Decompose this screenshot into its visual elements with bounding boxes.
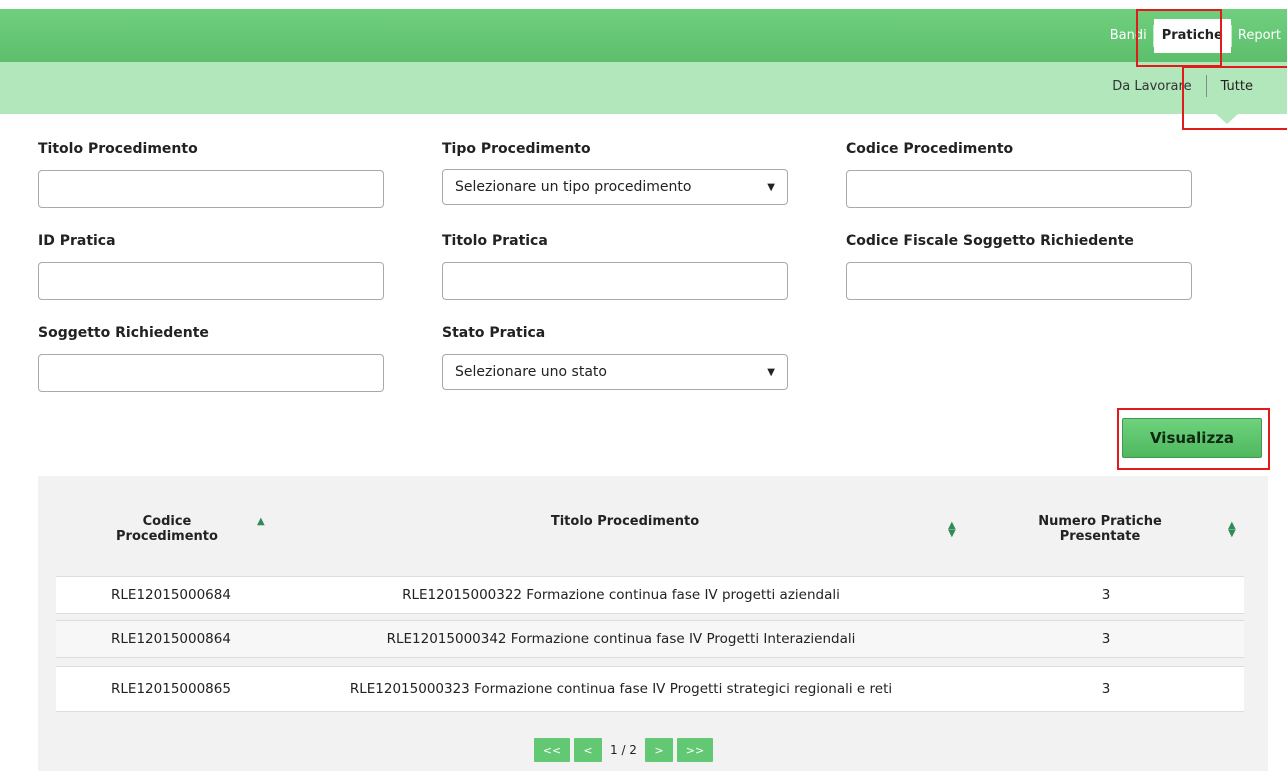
top-navigation-bar: Bandi Pratiche Report (0, 9, 1287, 62)
titolo-pratica-input[interactable] (442, 262, 788, 300)
pagination: << < 1 / 2 > >> (534, 738, 713, 762)
prev-page-button[interactable]: < (574, 738, 602, 762)
next-page-button[interactable]: > (644, 738, 673, 762)
sort-both-icon[interactable]: ▲ ▼ (1228, 521, 1236, 539)
visualizza-button[interactable]: Visualizza (1122, 418, 1262, 458)
tipo-procedimento-select[interactable]: Selezionare un tipo procedimento ▼ (442, 169, 788, 205)
titolo-procedimento-label: Titolo Procedimento (38, 141, 198, 157)
cell-codice: RLE12015000865 (111, 680, 231, 697)
id-pratica-label: ID Pratica (38, 233, 116, 249)
sort-both-icon[interactable]: ▲ ▼ (948, 521, 956, 539)
column-header-codice[interactable]: Codice Procedimento (92, 514, 242, 544)
dropdown-arrow-icon: ▼ (767, 366, 775, 378)
tipo-procedimento-label: Tipo Procedimento (442, 141, 591, 157)
stato-pratica-selected: Selezionare uno stato (455, 364, 607, 380)
cell-numero: 3 (1101, 630, 1111, 647)
cell-numero: 3 (1101, 680, 1111, 697)
stato-pratica-label: Stato Pratica (442, 325, 546, 341)
soggetto-richiedente-input[interactable] (38, 354, 384, 392)
codice-fiscale-input[interactable] (846, 262, 1192, 300)
tipo-procedimento-selected: Selezionare un tipo procedimento (455, 179, 692, 195)
titolo-procedimento-input[interactable] (38, 170, 384, 208)
first-page-button[interactable]: << (534, 738, 570, 762)
last-page-button[interactable]: >> (676, 738, 713, 762)
sort-asc-icon[interactable]: ▲ (257, 517, 265, 527)
titolo-pratica-label: Titolo Pratica (442, 233, 548, 249)
nav-pratiche[interactable]: Pratiche (1153, 18, 1231, 53)
cell-titolo: RLE12015000323 Formazione continua fase … (349, 680, 893, 697)
soggetto-richiedente-label: Soggetto Richiedente (38, 325, 209, 341)
cell-codice: RLE12015000684 (111, 586, 231, 603)
sub-nav: Da Lavorare Tutte (1098, 62, 1287, 110)
sub-navigation-bar: Da Lavorare Tutte (0, 62, 1287, 114)
codice-procedimento-label: Codice Procedimento (846, 141, 1014, 157)
active-tab-caret (1216, 114, 1238, 124)
id-pratica-input[interactable] (38, 262, 384, 300)
table-row[interactable]: RLE12015000864 RLE12015000342 Formazione… (56, 620, 1244, 658)
table-row[interactable]: RLE12015000684 RLE12015000322 Formazione… (56, 576, 1244, 614)
dropdown-arrow-icon: ▼ (767, 181, 775, 193)
cell-codice: RLE12015000864 (111, 630, 231, 647)
table-row[interactable]: RLE12015000865 RLE12015000323 Formazione… (56, 666, 1244, 712)
nav-report[interactable]: Report (1232, 28, 1287, 43)
codice-fiscale-label: Codice Fiscale Soggetto Richiedente (846, 233, 1134, 249)
subnav-tutte[interactable]: Tutte (1207, 79, 1287, 94)
nav-bandi[interactable]: Bandi (1104, 28, 1153, 43)
cell-titolo: RLE12015000342 Formazione continua fase … (386, 630, 856, 647)
page-indicator: 1 / 2 (610, 743, 637, 757)
stato-pratica-select[interactable]: Selezionare uno stato ▼ (442, 354, 788, 390)
column-header-numero[interactable]: Numero Pratiche Presentate (1015, 514, 1185, 544)
cell-titolo: RLE12015000322 Formazione continua fase … (402, 586, 840, 603)
subnav-da-lavorare[interactable]: Da Lavorare (1098, 79, 1205, 94)
column-header-titolo[interactable]: Titolo Procedimento (460, 514, 790, 529)
cell-numero: 3 (1101, 586, 1111, 603)
top-nav: Bandi Pratiche Report (1104, 9, 1287, 62)
codice-procedimento-input[interactable] (846, 170, 1192, 208)
